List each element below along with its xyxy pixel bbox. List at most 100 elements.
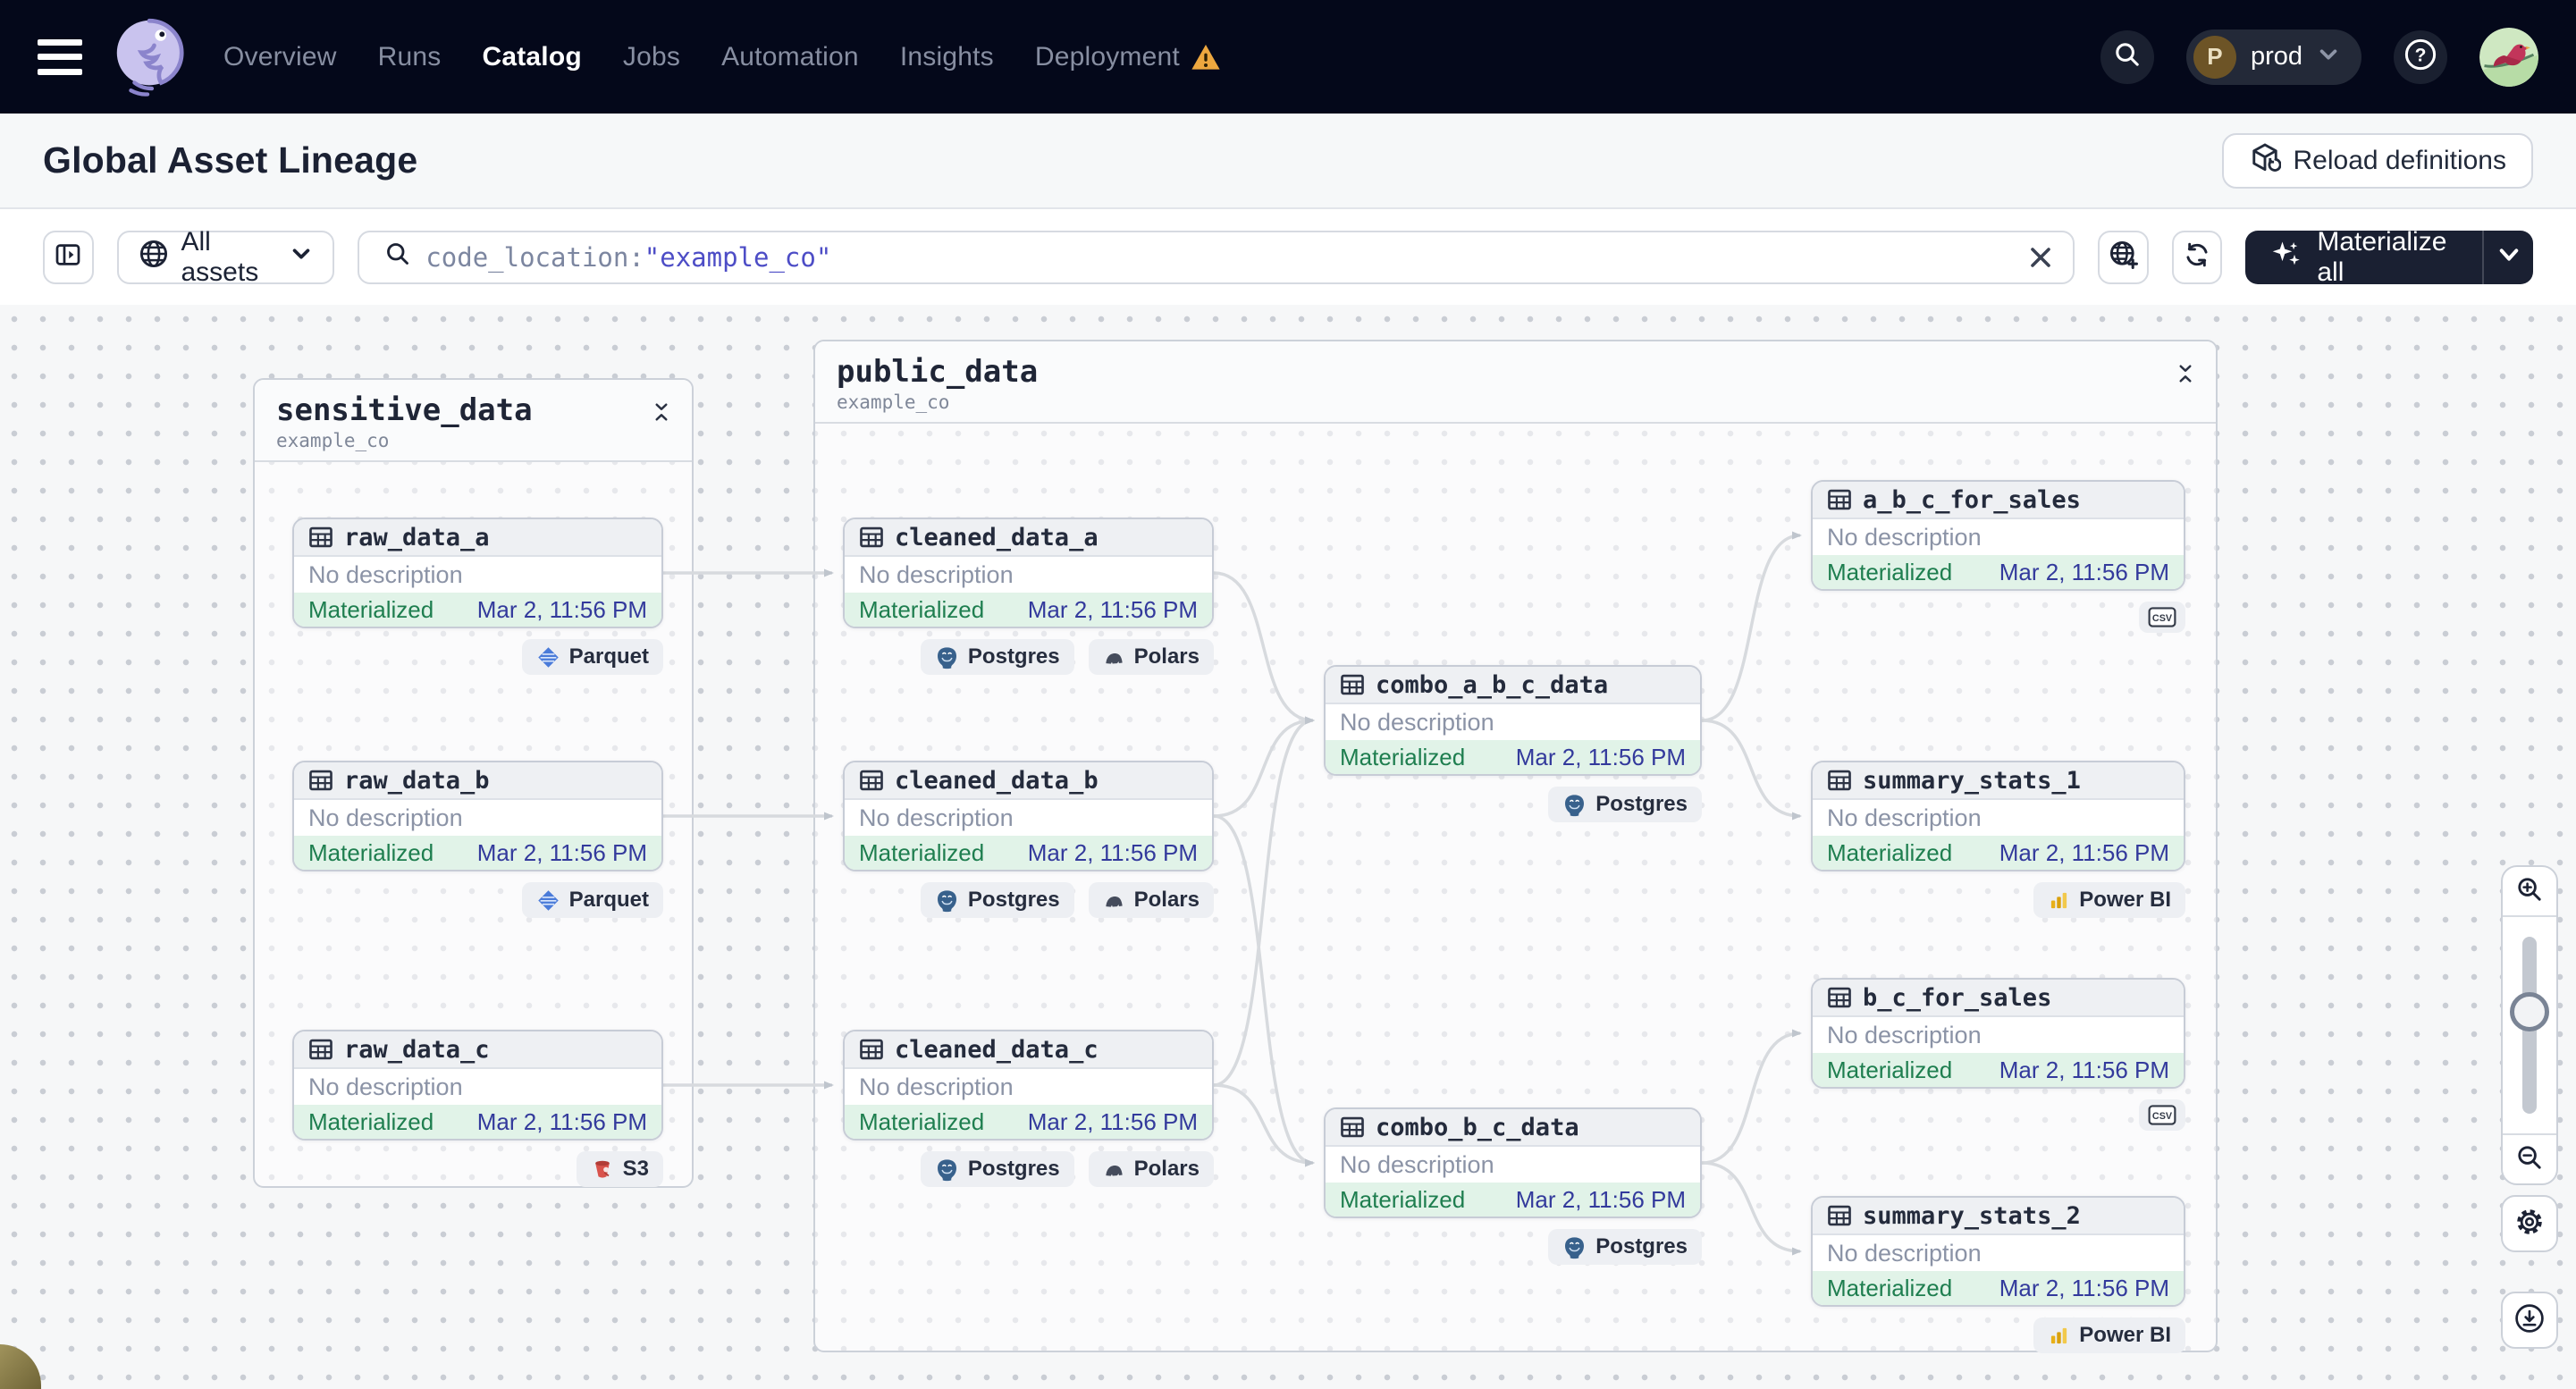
kind-badge-polars[interactable]: Polars: [1088, 882, 1214, 918]
menu-icon[interactable]: [38, 38, 82, 75]
kind-badge-label: S3: [622, 1157, 649, 1181]
materialized-timestamp[interactable]: Mar 2, 11:56 PM: [1999, 1056, 2169, 1084]
asset-node-wrap-b_c_for_sales: b_c_for_sales No description Materialize…: [1811, 978, 2185, 1131]
collapse-group-icon[interactable]: [2175, 363, 2196, 389]
group-header[interactable]: public_data example_co: [815, 341, 2216, 424]
nav-item-jobs[interactable]: Jobs: [623, 42, 680, 72]
materialized-timestamp[interactable]: Mar 2, 11:56 PM: [1516, 1186, 1686, 1214]
graph-settings-button[interactable]: [2501, 1195, 2558, 1252]
nav-item-automation[interactable]: Automation: [721, 42, 859, 72]
zoom-in-button[interactable]: [2503, 867, 2556, 917]
asset-node-header: raw_data_b: [294, 762, 661, 800]
zoom-slider[interactable]: [2503, 917, 2556, 1133]
asset-description: No description: [1340, 708, 1494, 736]
parquet-icon: [536, 645, 560, 669]
dagster-logo[interactable]: [107, 15, 191, 99]
materialized-timestamp[interactable]: Mar 2, 11:56 PM: [477, 839, 647, 867]
nav-item-insights[interactable]: Insights: [900, 42, 994, 72]
asset-status-row: Materialized Mar 2, 11:56 PM: [1813, 1053, 2184, 1087]
search-button[interactable]: [2100, 29, 2154, 84]
asset-node-wrap-raw_data_b: raw_data_b No description Materialized M…: [292, 761, 663, 918]
kind-badge-parquet[interactable]: Parquet: [521, 639, 663, 675]
lineage-toolbar: All assets code_location:"example_co" Ma…: [0, 209, 2576, 305]
question-icon: ?: [2403, 37, 2438, 77]
asset-node-header: cleaned_data_b: [845, 762, 1212, 800]
materialized-timestamp[interactable]: Mar 2, 11:56 PM: [1999, 1275, 2169, 1302]
table-icon: [859, 1037, 884, 1062]
clear-search-button[interactable]: [2028, 245, 2053, 276]
materialized-timestamp[interactable]: Mar 2, 11:56 PM: [1028, 596, 1198, 624]
asset-badges: CSV: [1811, 1099, 2185, 1131]
materialized-timestamp[interactable]: Mar 2, 11:56 PM: [1028, 839, 1198, 867]
kind-badge-power-bi[interactable]: Power BI: [2033, 1317, 2185, 1353]
materialize-all-button[interactable]: Materialize all: [2245, 231, 2482, 284]
kind-badge-parquet[interactable]: Parquet: [521, 882, 663, 918]
table-icon: [1340, 1115, 1365, 1140]
filter-code-location-button[interactable]: [2098, 230, 2149, 284]
kind-badge-postgres[interactable]: Postgres: [1548, 787, 1702, 822]
user-avatar[interactable]: [2479, 27, 2538, 87]
kind-badge-postgres[interactable]: Postgres: [920, 1151, 1074, 1187]
asset-node-combo_b_c_data[interactable]: combo_b_c_data No description Materializ…: [1324, 1107, 1702, 1218]
nav-item-runs[interactable]: Runs: [378, 42, 442, 72]
page-header: Global Asset Lineage Reload definitions: [0, 114, 2576, 209]
asset-name: cleaned_data_a: [895, 523, 1099, 551]
help-button[interactable]: ?: [2394, 29, 2447, 84]
materialize-options-button[interactable]: [2482, 230, 2533, 284]
asset-status-row: Materialized Mar 2, 11:56 PM: [845, 1105, 1212, 1139]
nav-item-overview[interactable]: Overview: [223, 42, 337, 72]
asset-node-raw_data_a[interactable]: raw_data_a No description Materialized M…: [292, 518, 663, 628]
asset-node-summary_stats_2[interactable]: summary_stats_2 No description Materiali…: [1811, 1196, 2185, 1307]
asset-node-a_b_c_for_sales[interactable]: a_b_c_for_sales No description Materiali…: [1811, 480, 2185, 591]
asset-name: combo_a_b_c_data: [1376, 670, 1609, 699]
group-header[interactable]: sensitive_data example_co: [255, 380, 692, 462]
kind-badge-polars[interactable]: Polars: [1088, 1151, 1214, 1187]
page-title: Global Asset Lineage: [43, 139, 418, 181]
asset-node-combo_a_b_c_data[interactable]: combo_a_b_c_data No description Material…: [1324, 665, 1702, 776]
kind-badge-postgres[interactable]: Postgres: [920, 639, 1074, 675]
kind-badge-postgres[interactable]: Postgres: [920, 882, 1074, 918]
asset-scope-dropdown[interactable]: All assets: [116, 227, 335, 287]
materialized-timestamp[interactable]: Mar 2, 11:56 PM: [1999, 839, 2169, 867]
nav-item-catalog[interactable]: Catalog: [482, 42, 581, 72]
asset-search-input[interactable]: code_location:"example_co": [358, 230, 2075, 284]
zoom-slider-thumb[interactable]: [2510, 992, 2549, 1032]
materialized-timestamp[interactable]: Mar 2, 11:56 PM: [477, 1108, 647, 1136]
asset-node-raw_data_b[interactable]: raw_data_b No description Materialized M…: [292, 761, 663, 871]
download-image-button[interactable]: [2501, 1292, 2558, 1349]
lineage-canvas[interactable]: sensitive_data example_co public_data ex…: [0, 305, 2576, 1389]
kind-badge-label: Postgres: [967, 644, 1060, 669]
kind-badge-s3[interactable]: S3: [576, 1151, 663, 1187]
zoom-out-button[interactable]: [2503, 1133, 2556, 1183]
reload-definitions-icon: [2249, 141, 2282, 181]
asset-badges: Postgres Polars: [843, 1151, 1214, 1187]
asset-node-cleaned_data_c[interactable]: cleaned_data_c No description Materializ…: [843, 1030, 1214, 1141]
reload-definitions-button[interactable]: Reload definitions: [2221, 132, 2533, 189]
materialized-timestamp[interactable]: Mar 2, 11:56 PM: [477, 596, 647, 624]
materialized-timestamp[interactable]: Mar 2, 11:56 PM: [1999, 559, 2169, 586]
refresh-button[interactable]: [2171, 230, 2223, 284]
kind-badge-power-bi[interactable]: Power BI: [2033, 882, 2185, 918]
polars-icon: [1103, 889, 1125, 912]
asset-badges: CSV: [1811, 602, 2185, 633]
postgres-icon: [935, 1158, 959, 1182]
materialized-status: Materialized: [1827, 838, 1953, 866]
kind-badge-postgres[interactable]: Postgres: [1548, 1229, 1702, 1265]
asset-node-cleaned_data_a[interactable]: cleaned_data_a No description Materializ…: [843, 518, 1214, 628]
asset-node-summary_stats_1[interactable]: summary_stats_1 No description Materiali…: [1811, 761, 2185, 871]
kind-badge-csv-icon[interactable]: CSV: [2139, 1099, 2185, 1131]
materialized-timestamp[interactable]: Mar 2, 11:56 PM: [1028, 1108, 1198, 1136]
kind-badge-csv-icon[interactable]: CSV: [2139, 602, 2185, 633]
materialized-status: Materialized: [1340, 743, 1466, 770]
kind-badge-polars[interactable]: Polars: [1088, 639, 1214, 675]
collapse-group-icon[interactable]: [651, 401, 672, 427]
materialized-timestamp[interactable]: Mar 2, 11:56 PM: [1516, 744, 1686, 771]
nav-item-deployment[interactable]: Deployment: [1035, 42, 1221, 72]
asset-badges: S3: [292, 1151, 663, 1187]
asset-node-cleaned_data_b[interactable]: cleaned_data_b No description Materializ…: [843, 761, 1214, 871]
asset-node-raw_data_c[interactable]: raw_data_c No description Materialized M…: [292, 1030, 663, 1141]
asset-node-b_c_for_sales[interactable]: b_c_for_sales No description Materialize…: [1811, 978, 2185, 1089]
deployment-switcher[interactable]: P prod: [2185, 29, 2361, 85]
toggle-sidebar-button[interactable]: [43, 230, 94, 284]
materialized-status: Materialized: [1827, 1056, 1953, 1083]
